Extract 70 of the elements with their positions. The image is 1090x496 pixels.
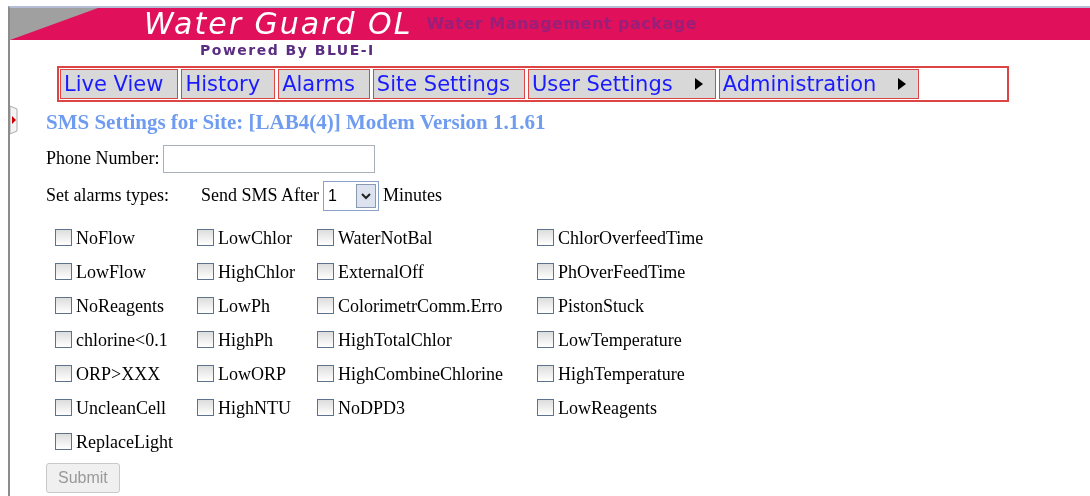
checkbox-label: HighChlor (218, 260, 295, 284)
checkbox-label: ORP>XXX (76, 362, 161, 386)
sidebar-toggle-icon[interactable] (10, 105, 20, 135)
checkbox[interactable] (197, 365, 214, 382)
checkbox[interactable] (317, 229, 334, 246)
menu-item[interactable]: Alarms (278, 69, 370, 99)
submenu-arrow-icon (694, 78, 703, 90)
checkbox[interactable] (55, 365, 72, 382)
checkbox-label: ReplaceLight (76, 430, 173, 454)
checkbox-label: WaterNotBal (338, 226, 433, 250)
checkbox[interactable] (55, 229, 72, 246)
checkbox[interactable] (537, 297, 554, 314)
checkbox[interactable] (537, 399, 554, 416)
app-tagline: Water Management package (426, 13, 698, 35)
checkbox[interactable] (317, 263, 334, 280)
checkbox-label: LowPh (218, 294, 270, 318)
checkbox-label: NoFlow (76, 226, 135, 250)
checkbox[interactable] (55, 399, 72, 416)
menu-item[interactable]: Administration (718, 69, 920, 99)
checkbox[interactable] (55, 263, 72, 280)
minutes-select[interactable]: 1 (323, 180, 379, 211)
checkbox[interactable] (537, 331, 554, 348)
checkbox[interactable] (197, 263, 214, 280)
menu-item[interactable]: User Settings (528, 69, 716, 99)
checkbox-label: LowChlor (218, 226, 292, 250)
checkbox-label: HighTemperature (558, 362, 685, 386)
menu-item[interactable]: Site Settings (372, 69, 525, 99)
checkbox-label: UncleanCell (76, 396, 166, 420)
minutes-label: Minutes (383, 184, 442, 207)
checkbox[interactable] (197, 297, 214, 314)
phone-field[interactable] (163, 144, 376, 173)
checkbox[interactable] (537, 263, 554, 280)
menu-item[interactable]: Live View (60, 69, 179, 99)
checkbox-label: NoReagents (76, 294, 164, 318)
checkbox-label: ExternalOff (338, 260, 424, 284)
phone-label: Phone Number: (46, 147, 160, 170)
checkbox-label: HighCombineChlorine (338, 362, 503, 386)
checkbox-label: LowORP (218, 362, 286, 386)
checkbox[interactable] (55, 433, 72, 450)
checkbox[interactable] (317, 365, 334, 382)
dropdown-icon[interactable] (356, 183, 376, 208)
checkbox[interactable] (317, 399, 334, 416)
page-heading: SMS Settings for Site: [LAB4(4)] Modem Version 1.1.61 (46, 109, 547, 136)
checkbox[interactable] (317, 331, 334, 348)
checkbox-label: PistonStuck (558, 294, 645, 318)
checkbox-label: ChlorOverfeedTime (558, 226, 704, 250)
checkbox-label: LowFlow (76, 260, 146, 284)
checkbox-label: HighPh (218, 328, 273, 352)
submenu-arrow-icon (898, 78, 907, 90)
checkbox[interactable] (197, 399, 214, 416)
checkbox-label: LowReagents (558, 396, 657, 420)
checkbox[interactable] (197, 229, 214, 246)
menu-item[interactable]: History (181, 69, 276, 99)
checkbox-label: HighTotalChlor (338, 328, 452, 352)
send-after-label: Send SMS After (201, 184, 319, 207)
app-title: Water Guard OL (144, 9, 413, 39)
checkbox-label: ColorimetrComm.Erro (338, 294, 503, 318)
checkbox[interactable] (197, 331, 214, 348)
checkbox-label: HighNTU (218, 396, 291, 420)
checkbox[interactable] (537, 365, 554, 382)
checkbox-label: PhOverFeedTime (558, 260, 686, 284)
checkbox[interactable] (55, 297, 72, 314)
checkbox-label: NoDPD3 (338, 396, 405, 420)
checkbox-label: LowTemperature (558, 328, 682, 352)
alarm-types-label: Set alarms types: (46, 184, 169, 207)
checkbox[interactable] (55, 331, 72, 348)
powered-by-text: Powered By BLUE-I (200, 41, 376, 60)
checkbox-label: chlorine<0.1 (76, 328, 168, 352)
checkbox[interactable] (537, 229, 554, 246)
checkbox[interactable] (317, 297, 334, 314)
